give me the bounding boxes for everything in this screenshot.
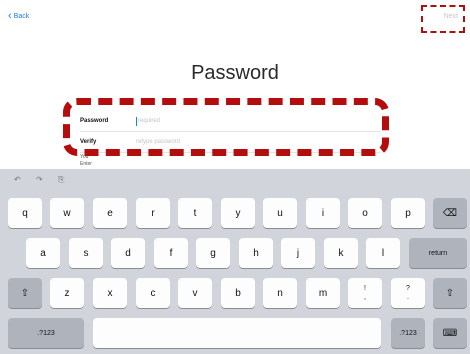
key-f[interactable]: f xyxy=(154,238,188,268)
key-j[interactable]: j xyxy=(281,238,315,268)
page-title: Password xyxy=(191,62,279,84)
chevron-left-icon: ‹ xyxy=(8,10,12,22)
key-c[interactable]: c xyxy=(136,278,170,308)
undo-icon[interactable]: ↶ xyxy=(14,175,21,184)
key-v[interactable]: v xyxy=(178,278,212,308)
key-m[interactable]: m xyxy=(306,278,340,308)
redo-icon[interactable]: ↷ xyxy=(36,175,43,184)
key-g[interactable]: g xyxy=(196,238,230,268)
key-o[interactable]: o xyxy=(348,198,382,228)
key-i[interactable]: i xyxy=(306,198,340,228)
key-symbol-comma: , xyxy=(364,294,366,301)
key-symbol-exclaim: ! xyxy=(364,285,366,292)
key-w[interactable]: w xyxy=(50,198,84,228)
key-z[interactable]: z xyxy=(50,278,84,308)
numbers-key-right[interactable]: .?123 xyxy=(391,318,425,348)
paste-icon[interactable]: ⎘ xyxy=(58,175,64,185)
key-symbol-period: . xyxy=(407,294,409,301)
onscreen-keyboard: ↶ ↷ ⎘ q w e r t y u i o p ⌫ a s d f g h … xyxy=(0,169,470,354)
space-bar[interactable] xyxy=(93,318,381,348)
key-question-period[interactable]: ? . xyxy=(391,278,425,308)
key-k[interactable]: k xyxy=(324,238,358,268)
key-q[interactable]: q xyxy=(8,198,42,228)
shift-key-left[interactable]: ⇧ xyxy=(8,278,42,308)
delete-key[interactable]: ⌫ xyxy=(433,198,467,228)
back-button[interactable]: ‹ Back xyxy=(8,10,30,22)
key-t[interactable]: t xyxy=(178,198,212,228)
next-button-highlight xyxy=(421,5,465,33)
key-r[interactable]: r xyxy=(136,198,170,228)
numbers-key-left[interactable]: .?123 xyxy=(8,318,84,348)
navigation-bar: ‹ Back Next xyxy=(0,0,470,34)
key-symbol-question: ? xyxy=(406,285,410,292)
return-key[interactable]: return xyxy=(409,238,467,268)
helper-note: You Enter xyxy=(80,154,390,168)
form-highlight xyxy=(63,98,389,156)
shift-key-right[interactable]: ⇧ xyxy=(433,278,467,308)
key-a[interactable]: a xyxy=(26,238,60,268)
key-exclaim-comma[interactable]: ! , xyxy=(348,278,382,308)
key-n[interactable]: n xyxy=(263,278,297,308)
key-p[interactable]: p xyxy=(391,198,425,228)
key-l[interactable]: l xyxy=(366,238,400,268)
key-s[interactable]: s xyxy=(69,238,103,268)
key-d[interactable]: d xyxy=(111,238,145,268)
key-y[interactable]: y xyxy=(221,198,255,228)
keyboard-dismiss-icon[interactable]: ⌨ xyxy=(433,318,467,348)
back-label: Back xyxy=(13,13,30,20)
note-fragment-2: Enter xyxy=(80,161,92,167)
key-b[interactable]: b xyxy=(221,278,255,308)
key-h[interactable]: h xyxy=(239,238,273,268)
key-u[interactable]: u xyxy=(263,198,297,228)
key-x[interactable]: x xyxy=(93,278,127,308)
key-e[interactable]: e xyxy=(93,198,127,228)
